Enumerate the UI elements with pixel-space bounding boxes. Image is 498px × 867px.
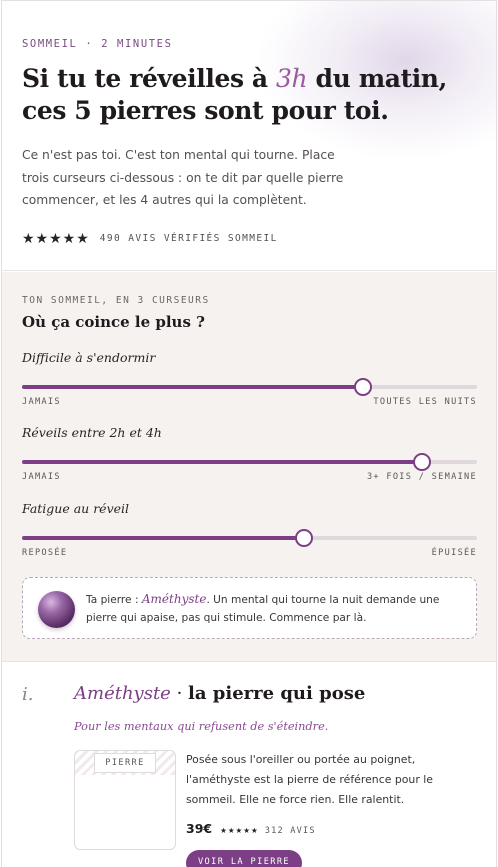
page: SOMMEIL · 2 MINUTES Si tu te réveilles à… <box>1 0 497 867</box>
product-name: Améthyste <box>74 683 171 704</box>
product-price: 39€ <box>186 821 213 836</box>
slider-thumb[interactable] <box>295 529 314 547</box>
quiz-title: Où ça coince le plus ? <box>22 313 205 331</box>
star-rating-icon: ★★★★★ <box>22 230 90 246</box>
slider-fill <box>22 536 305 540</box>
slider-max-label: ÉPUISÉE <box>431 548 477 558</box>
view-stone-button[interactable]: VOIR LA PIERRE <box>186 850 302 867</box>
page-title: Si tu te réveilles à 3h du matin, ces 5 … <box>22 63 482 127</box>
result-text: Ta pierre : Améthyste. Un mental qui tou… <box>86 590 466 627</box>
amethyst-stone-icon <box>38 591 75 628</box>
rating-text: 490 AVIS VÉRIFIÉS SOMMEIL <box>99 233 278 244</box>
product-title: Améthyste · la pierre qui pose <box>74 683 365 704</box>
slider-min-label: JAMAIS <box>22 397 61 407</box>
slider-max-label: 3+ FOIS / SEMAINE <box>366 472 477 482</box>
slider-thumb[interactable] <box>413 453 432 471</box>
product-numeral: i. <box>22 684 34 705</box>
slider-label-reveils: Réveils entre 2h et 4h <box>22 425 162 440</box>
quiz-kicker: TON SOMMEIL, EN 3 CURSEURS <box>22 295 210 306</box>
slider-thumb[interactable] <box>354 378 373 396</box>
price-row: 39€ ★★★★★ 312 AVIS <box>186 821 316 836</box>
rating-row: ★★★★★ 490 AVIS VÉRIFIÉS SOMMEIL <box>22 230 278 247</box>
slider-label-endormir: Difficile à s'endormir <box>22 350 156 365</box>
product-image-card[interactable]: PIERRE <box>74 750 176 850</box>
star-rating-icon: ★★★★★ <box>220 826 259 835</box>
product-description: Posée sous l'oreiller ou portée au poign… <box>186 753 434 806</box>
slider-min-label: REPOSÉE <box>22 548 68 558</box>
card-tag: PIERRE <box>94 753 156 773</box>
hero-kicker: SOMMEIL · 2 MINUTES <box>22 38 173 50</box>
review-count: 312 AVIS <box>264 826 316 836</box>
product-subtitle: Pour les mentaux qui refusent de s'étein… <box>74 720 329 733</box>
slider-fill <box>22 385 364 389</box>
sleep-quiz-section: TON SOMMEIL, EN 3 CURSEURS Où ça coince … <box>2 272 496 662</box>
product-tagline: la pierre qui pose <box>188 683 366 704</box>
slider-fatigue[interactable] <box>22 529 477 547</box>
result-stone-name: Améthyste <box>141 592 207 606</box>
slider-min-label: JAMAIS <box>22 472 61 482</box>
slider-fill <box>22 460 423 464</box>
title-part-1: Si tu te réveilles à <box>22 64 277 93</box>
quiz-result-box: Ta pierre : Améthyste. Un mental qui tou… <box>22 577 477 639</box>
product-section: i. Améthyste · la pierre qui pose Pour l… <box>2 663 496 867</box>
title-separator: · <box>170 683 189 704</box>
slider-reveils[interactable] <box>22 453 477 471</box>
title-highlight: 3h <box>276 64 308 93</box>
slider-max-label: TOUTES LES NUITS <box>373 397 477 407</box>
result-prefix: Ta pierre : <box>86 594 142 606</box>
slider-label-fatigue: Fatigue au réveil <box>22 501 130 516</box>
hero-section: SOMMEIL · 2 MINUTES Si tu te réveilles à… <box>2 1 496 271</box>
hero-lede: Ce n'est pas toi. C'est ton mental qui t… <box>22 148 344 207</box>
slider-endormir[interactable] <box>22 378 477 396</box>
